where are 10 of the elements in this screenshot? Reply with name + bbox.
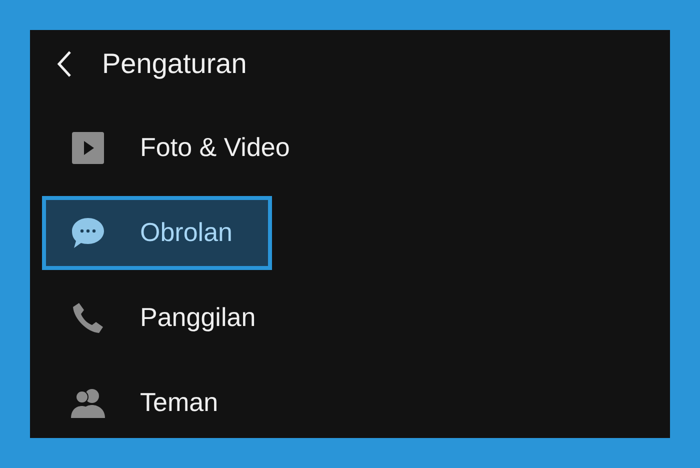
page-title: Pengaturan (102, 48, 247, 80)
people-icon (70, 386, 106, 418)
back-icon[interactable] (56, 50, 72, 78)
menu-item[interactable]: Foto & Video (42, 110, 306, 184)
menu-item[interactable]: Panggilan (42, 280, 272, 354)
play-icon (71, 130, 105, 164)
menu-item[interactable]: Obrolan (42, 196, 272, 270)
phone-icon (71, 300, 105, 334)
menu-item[interactable]: Teman (42, 366, 272, 438)
chat-icon (70, 216, 106, 250)
